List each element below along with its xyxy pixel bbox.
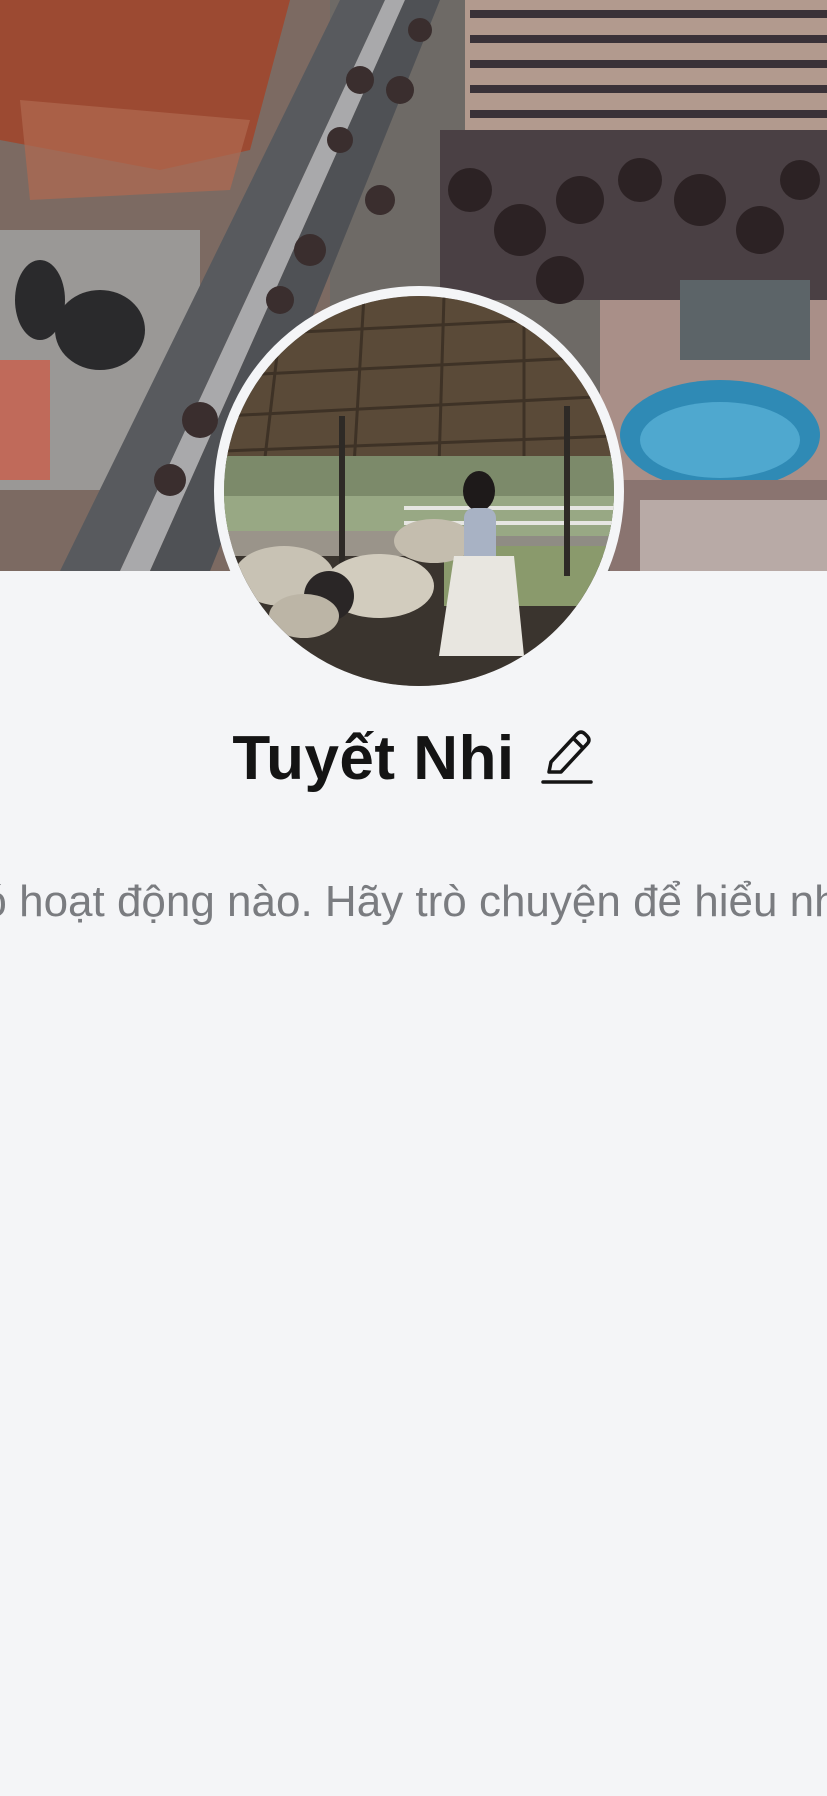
avatar-image xyxy=(224,296,614,686)
activity-message: Chưa có hoạt động nào. Hãy trò chuyện để… xyxy=(0,872,827,932)
activity-text: Chưa có hoạt động nào. Hãy trò chuyện để… xyxy=(0,877,827,926)
pencil-icon[interactable] xyxy=(539,726,595,790)
avatar-frame[interactable] xyxy=(214,286,624,696)
profile-name-row: Tuyết Nhi xyxy=(0,722,827,794)
avatar[interactable] xyxy=(224,296,614,686)
profile-name: Tuyết Nhi xyxy=(232,723,515,793)
